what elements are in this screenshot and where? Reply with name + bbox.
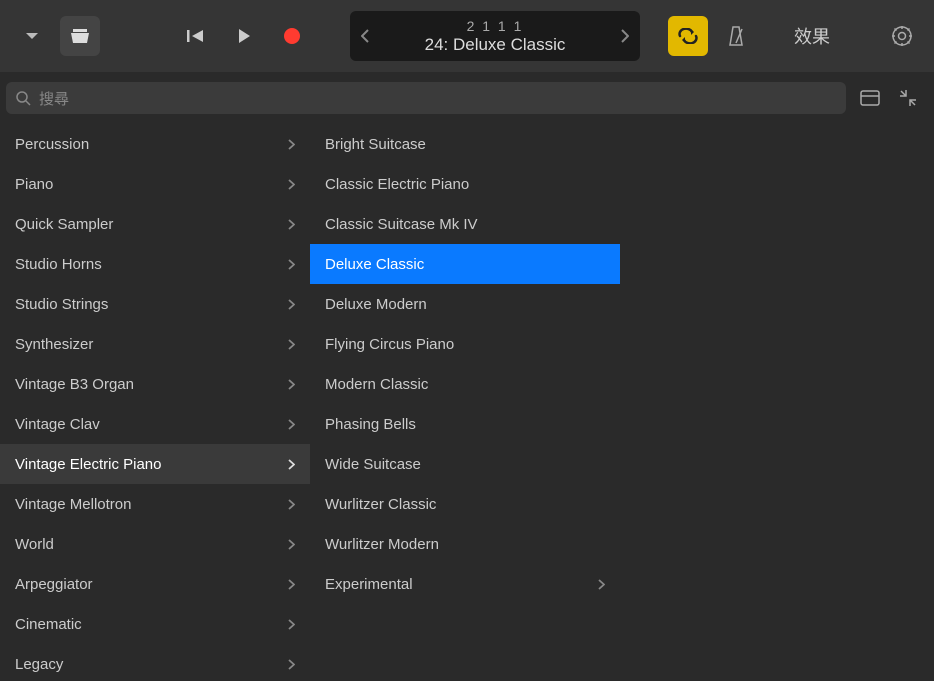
chevron-right-icon (288, 219, 295, 230)
record-button[interactable] (272, 16, 312, 56)
list-item[interactable]: Studio Strings (0, 284, 310, 324)
list-item-label: Synthesizer (15, 336, 93, 353)
list-item[interactable]: Classic Suitcase Mk IV (310, 204, 620, 244)
lcd-center[interactable]: 2 1 1 1 24: Deluxe Classic (380, 18, 610, 55)
list-item-label: Cinematic (15, 616, 82, 633)
list-item[interactable]: Synthesizer (0, 324, 310, 364)
cycle-button[interactable] (668, 16, 708, 56)
list-item-label: Experimental (325, 576, 413, 593)
list-item-label: Phasing Bells (325, 416, 416, 433)
list-item-label: Piano (15, 176, 53, 193)
chevron-right-icon (288, 139, 295, 150)
list-item[interactable]: Bright Suitcase (310, 124, 620, 164)
search-placeholder: 搜尋 (39, 88, 69, 109)
list-item[interactable]: Flying Circus Piano (310, 324, 620, 364)
list-item-label: Vintage Electric Piano (15, 456, 161, 473)
list-item[interactable]: Deluxe Classic (310, 244, 620, 284)
list-item-label: Studio Strings (15, 296, 108, 313)
chevron-right-icon (288, 379, 295, 390)
prev-button[interactable] (176, 16, 216, 56)
lcd-display: 2 1 1 1 24: Deluxe Classic (350, 11, 640, 61)
list-item[interactable]: Percussion (0, 124, 310, 164)
list-item[interactable]: Arpeggiator (0, 564, 310, 604)
list-item-label: Quick Sampler (15, 216, 113, 233)
list-item[interactable]: Wurlitzer Modern (310, 524, 620, 564)
list-item[interactable]: Classic Electric Piano (310, 164, 620, 204)
list-item-label: Deluxe Modern (325, 296, 427, 313)
list-item[interactable]: World (0, 524, 310, 564)
list-item[interactable]: Studio Horns (0, 244, 310, 284)
list-item[interactable]: Vintage Clav (0, 404, 310, 444)
list-item-label: Arpeggiator (15, 576, 93, 593)
list-item-label: World (15, 536, 54, 553)
metronome-button[interactable] (716, 16, 756, 56)
list-item[interactable]: Experimental (310, 564, 620, 604)
list-item-label: Vintage B3 Organ (15, 376, 134, 393)
list-item[interactable]: Vintage B3 Organ (0, 364, 310, 404)
list-item[interactable]: Wurlitzer Classic (310, 484, 620, 524)
list-item[interactable]: Vintage Mellotron (0, 484, 310, 524)
list-item-label: Classic Suitcase Mk IV (325, 216, 478, 233)
view-mode-button[interactable] (856, 78, 884, 118)
list-item-label: Wurlitzer Classic (325, 496, 436, 513)
effects-button[interactable]: 效果 (794, 23, 830, 49)
settings-button[interactable] (882, 16, 922, 56)
list-item-label: Deluxe Classic (325, 256, 424, 273)
list-item[interactable]: Quick Sampler (0, 204, 310, 244)
chevron-right-icon (288, 539, 295, 550)
chevron-right-icon (288, 459, 295, 470)
list-item-label: Studio Horns (15, 256, 102, 273)
chevron-right-icon (288, 579, 295, 590)
list-item-label: Flying Circus Piano (325, 336, 454, 353)
list-item[interactable]: Wide Suitcase (310, 444, 620, 484)
chevron-right-icon (288, 499, 295, 510)
next-preset-button[interactable] (610, 29, 640, 43)
search-icon (16, 91, 31, 106)
lcd-numbers: 2 1 1 1 (380, 18, 610, 34)
chevron-right-icon (288, 299, 295, 310)
list-item-label: Wurlitzer Modern (325, 536, 439, 553)
chevron-right-icon (598, 579, 605, 590)
list-item-label: Vintage Clav (15, 416, 100, 433)
list-item-label: Modern Classic (325, 376, 428, 393)
chevron-right-icon (288, 259, 295, 270)
search-input[interactable]: 搜尋 (6, 82, 846, 114)
chevron-right-icon (288, 659, 295, 670)
disclosure-dropdown[interactable] (12, 16, 52, 56)
chevron-right-icon (288, 619, 295, 630)
list-item[interactable]: Modern Classic (310, 364, 620, 404)
list-item-label: Wide Suitcase (325, 456, 421, 473)
list-item-label: Vintage Mellotron (15, 496, 131, 513)
chevron-right-icon (288, 419, 295, 430)
list-item-label: Percussion (15, 136, 89, 153)
collapse-button[interactable] (894, 78, 922, 118)
list-item-label: Legacy (15, 656, 63, 673)
lcd-preset-name: 24: Deluxe Classic (380, 35, 610, 55)
browser-columns: Percussion Piano Quick Sampler Studio Horns… (0, 124, 934, 681)
list-item-label: Bright Suitcase (325, 136, 426, 153)
top-bar: 2 1 1 1 24: Deluxe Classic 效果 (0, 0, 934, 72)
list-item[interactable]: Deluxe Modern (310, 284, 620, 324)
search-row: 搜尋 (0, 72, 934, 124)
chevron-right-icon (288, 339, 295, 350)
list-item[interactable]: Legacy (0, 644, 310, 681)
prev-preset-button[interactable] (350, 29, 380, 43)
category-column: Percussion Piano Quick Sampler Studio Horns… (0, 124, 310, 681)
detail-column (620, 124, 934, 681)
list-item[interactable]: Phasing Bells (310, 404, 620, 444)
list-item-label: Classic Electric Piano (325, 176, 469, 193)
play-button[interactable] (224, 16, 264, 56)
list-item[interactable]: Piano (0, 164, 310, 204)
list-item[interactable]: Cinematic (0, 604, 310, 644)
chevron-right-icon (288, 179, 295, 190)
list-item[interactable]: Vintage Electric Piano (0, 444, 310, 484)
preset-column: Bright Suitcase Classic Electric Piano Cla… (310, 124, 620, 681)
library-button[interactable] (60, 16, 100, 56)
